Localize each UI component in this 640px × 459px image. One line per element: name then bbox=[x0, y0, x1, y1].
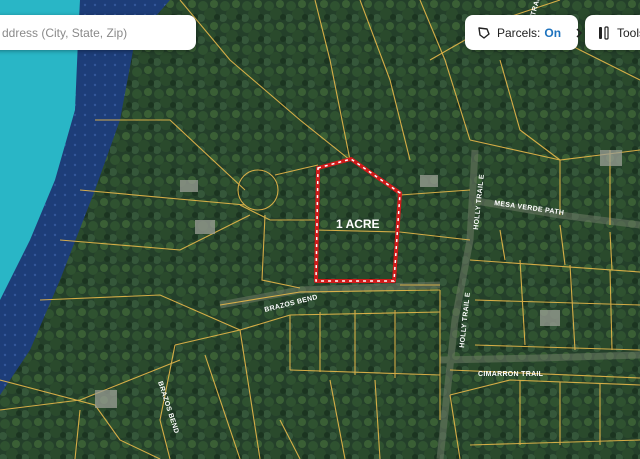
address-search-box[interactable] bbox=[0, 15, 196, 50]
tools-icon bbox=[597, 25, 611, 40]
parcels-toggle-button[interactable]: Parcels: On bbox=[465, 15, 583, 50]
parcels-label: Parcels: bbox=[497, 25, 541, 40]
chevron-right-icon bbox=[575, 27, 583, 38]
satellite-map[interactable]: 1 ACRE MESA VERDE PATH HOLLY TRAIL E HOL… bbox=[0, 0, 640, 459]
address-search-input[interactable] bbox=[0, 24, 196, 41]
tools-button[interactable]: Tools bbox=[585, 15, 640, 50]
lot-acreage-label: 1 ACRE bbox=[336, 217, 380, 231]
parcel-shape-icon bbox=[477, 26, 491, 40]
road-label-cimarron: CIMARRON TRAIL bbox=[478, 371, 544, 378]
tools-label: Tools bbox=[617, 25, 640, 40]
parcels-state: On bbox=[544, 25, 562, 40]
